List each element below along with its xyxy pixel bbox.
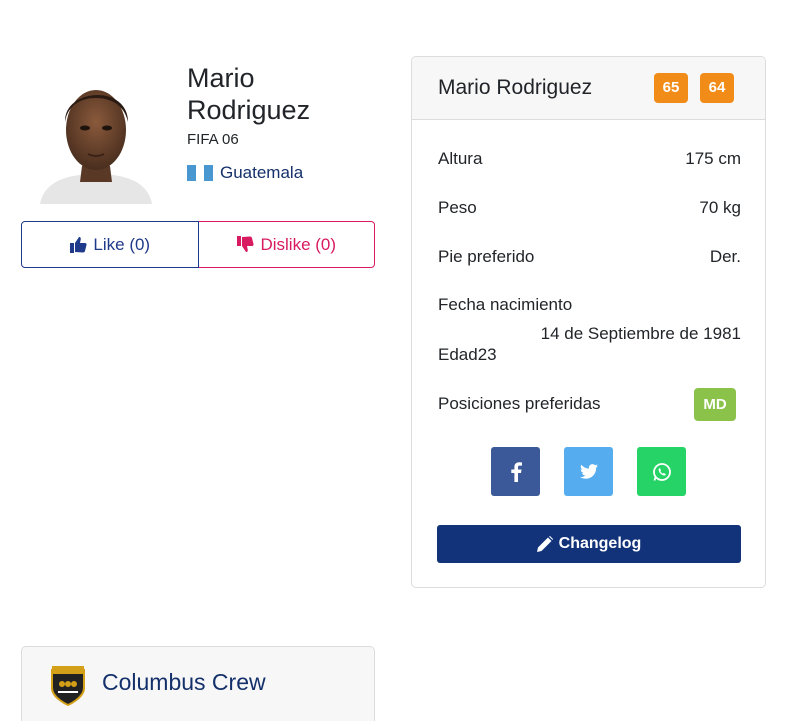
age-label: Edad (438, 345, 478, 364)
potential-rating-badge: 64 (700, 73, 734, 103)
like-button[interactable]: Like (0) (21, 221, 199, 268)
dislike-button[interactable]: Dislike (0) (198, 221, 375, 268)
position-badge[interactable]: MD (694, 388, 736, 421)
guatemala-flag-icon (187, 165, 214, 181)
overall-rating-badge: 65 (654, 73, 688, 103)
card-header: Mario Rodriguez 65 64 (412, 57, 765, 120)
whatsapp-share-button[interactable] (637, 447, 686, 496)
facebook-icon (510, 461, 522, 482)
nation-label: Guatemala (220, 163, 304, 182)
vote-buttons: Like (0) Dislike (0) (21, 221, 375, 268)
pencil-icon (536, 536, 553, 552)
card-title: Mario Rodriguez (438, 76, 593, 99)
birth-value: 14 de Septiembre de 1981 (540, 324, 741, 343)
stat-label: Pie preferido (438, 247, 535, 266)
stat-row-weight: Peso 70 kg (438, 198, 741, 218)
stat-label: Peso (438, 198, 477, 217)
birth-label-row: Fecha nacimiento (438, 295, 741, 315)
stat-value: 70 kg (699, 198, 741, 217)
birth-label: Fecha nacimiento (438, 295, 573, 314)
age-text: Edad23 (438, 345, 497, 365)
changelog-button[interactable]: Changelog (437, 525, 741, 563)
stat-value: 175 cm (685, 149, 741, 168)
player-name: Mario Rodriguez (187, 63, 311, 125)
player-photo (40, 90, 152, 204)
stat-row-height: Altura 175 cm (438, 149, 741, 169)
whatsapp-icon (652, 462, 671, 481)
twitter-icon (579, 464, 598, 479)
like-label: Like (0) (93, 234, 151, 254)
stat-label: Altura (438, 149, 483, 168)
positions-label: Posiciones preferidas (438, 394, 601, 413)
dislike-label: Dislike (0) (260, 234, 337, 254)
stat-row-foot: Pie preferido Der. (438, 247, 741, 267)
player-game: FIFA 06 (187, 131, 239, 148)
club-name[interactable]: Columbus Crew (102, 669, 266, 696)
stat-value: Der. (709, 247, 741, 266)
thumbs-up-icon (70, 237, 87, 253)
player-stats-card: Mario Rodriguez 65 64 Altura 175 cm Peso… (411, 56, 766, 588)
club-crest-icon (51, 666, 85, 706)
club-card[interactable]: Columbus Crew (21, 646, 375, 721)
facebook-share-button[interactable] (491, 447, 540, 496)
changelog-label: Changelog (558, 535, 642, 552)
thumbs-down-icon (237, 236, 255, 252)
age-value: 23 (477, 345, 497, 364)
twitter-share-button[interactable] (564, 447, 613, 496)
player-nation[interactable]: Guatemala (187, 163, 303, 183)
